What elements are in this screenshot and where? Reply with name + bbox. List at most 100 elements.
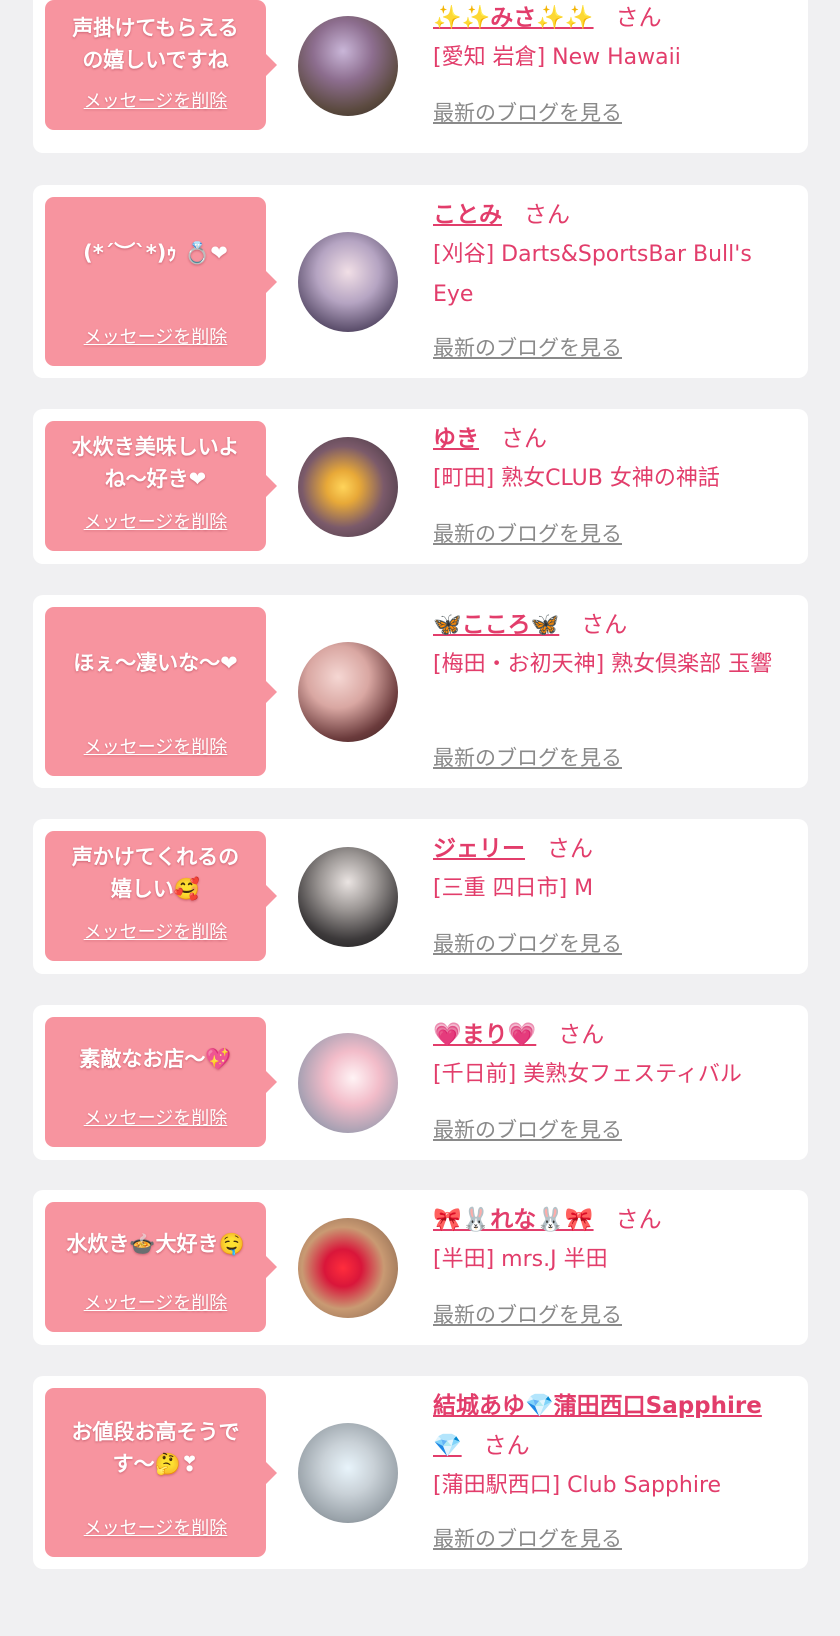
delete-message-link[interactable]: メッセージを削除 bbox=[45, 1517, 266, 1541]
message-text: す〜🤔❣ bbox=[112, 1452, 199, 1476]
profile-info: 💗まり💗 さん [千日前] 美熟女フェスティバル bbox=[433, 1015, 794, 1095]
profile-photo bbox=[298, 1218, 398, 1318]
latest-blog-link[interactable]: 最新のブログを見る bbox=[433, 520, 622, 548]
message-card: お値段お高そうで す〜🤔❣ メッセージを削除 結城あゆ💎蒲田西口Sapphire 💎 さん… bbox=[33, 1376, 808, 1569]
honorific-label: さん bbox=[558, 1022, 605, 1048]
message-text: (*´︶`*)ｩ 💍❤ bbox=[83, 241, 228, 265]
profile-name-link[interactable]: ジェリー bbox=[433, 836, 525, 862]
profile-name-link[interactable]: 🎀🐰れな🐰🎀 bbox=[433, 1207, 594, 1233]
name-row: 🎀🐰れな🐰🎀 さん bbox=[433, 1200, 794, 1240]
message-bubble: (*´︶`*)ｩ 💍❤ メッセージを削除 bbox=[45, 197, 277, 366]
latest-blog-link[interactable]: 最新のブログを見る bbox=[433, 930, 622, 958]
avatar[interactable] bbox=[298, 437, 398, 537]
profile-photo bbox=[298, 847, 398, 947]
honorific-label: さん bbox=[615, 5, 662, 31]
avatar[interactable] bbox=[298, 1423, 398, 1523]
message-card: 声かけてくれるの 嬉しい🥰 メッセージを削除 ジェリー さん [三重 四日市] M 最新のブ… bbox=[33, 819, 808, 974]
message-card: 水炊き🍲大好き🤤 メッセージを削除 🎀🐰れな🐰🎀 さん [半田] mrs.J 半田 最新の… bbox=[33, 1190, 808, 1345]
shop-name: [愛知 岩倉] New Hawaii bbox=[433, 45, 681, 70]
profile-photo bbox=[298, 1033, 398, 1133]
message-text: 水炊き美味しいよ bbox=[71, 435, 240, 459]
profile-name-link[interactable]: 💎 bbox=[433, 1433, 462, 1459]
shop-name: [半田] mrs.J 半田 bbox=[433, 1247, 608, 1272]
honorific-label: さん bbox=[581, 612, 628, 638]
avatar[interactable] bbox=[298, 847, 398, 947]
delete-message-link[interactable]: メッセージを削除 bbox=[45, 90, 266, 114]
message-text: ほぇ〜凄いな〜❤ bbox=[73, 651, 238, 675]
latest-blog-link[interactable]: 最新のブログを見る bbox=[433, 1301, 622, 1329]
name-row: 結城あゆ💎蒲田西口Sapphire bbox=[433, 1386, 794, 1426]
message-text: 嬉しい🥰 bbox=[110, 877, 201, 901]
name-row: 💎 さん bbox=[433, 1426, 794, 1466]
avatar[interactable] bbox=[298, 232, 398, 332]
message-bubble: お値段お高そうで す〜🤔❣ メッセージを削除 bbox=[45, 1388, 277, 1557]
profile-name-link[interactable]: ゆき bbox=[433, 426, 479, 452]
message-text: 素敵なお店〜💖 bbox=[79, 1047, 232, 1071]
message-bubble: 水炊き美味しいよ ね〜好き❤ メッセージを削除 bbox=[45, 421, 277, 551]
delete-message-link[interactable]: メッセージを削除 bbox=[45, 736, 266, 760]
profile-photo bbox=[298, 16, 398, 116]
profile-info: ✨✨みさ✨✨ さん [愛知 岩倉] New Hawaii bbox=[433, 0, 794, 78]
message-card: 素敵なお店〜💖 メッセージを削除 💗まり💗 さん [千日前] 美熟女フェスティバル 最新の… bbox=[33, 1005, 808, 1160]
latest-blog-link[interactable]: 最新のブログを見る bbox=[433, 744, 622, 772]
latest-blog-link[interactable]: 最新のブログを見る bbox=[433, 99, 622, 127]
avatar[interactable] bbox=[298, 1218, 398, 1318]
profile-name-link[interactable]: ✨✨みさ✨✨ bbox=[433, 5, 594, 31]
delete-message-link[interactable]: メッセージを削除 bbox=[45, 1107, 266, 1131]
avatar[interactable] bbox=[298, 16, 398, 116]
honorific-label: さん bbox=[483, 1433, 530, 1459]
profile-name-link[interactable]: 結城あゆ💎蒲田西口Sapphire bbox=[433, 1393, 762, 1419]
honorific-label: さん bbox=[524, 202, 570, 228]
shop-name: [刈谷] Darts&SportsBar Bull's Eye bbox=[433, 242, 752, 307]
name-row: ことみ さん bbox=[433, 195, 794, 235]
profile-info: 🦋こころ🦋 さん [梅田・お初天神] 熟女倶楽部 玉響 bbox=[433, 605, 794, 685]
message-bubble: 素敵なお店〜💖 メッセージを削除 bbox=[45, 1017, 277, 1147]
message-text: の嬉しいですね bbox=[82, 48, 229, 72]
name-row: ✨✨みさ✨✨ さん bbox=[433, 0, 794, 38]
profile-info: ジェリー さん [三重 四日市] M bbox=[433, 829, 794, 909]
profile-photo bbox=[298, 232, 398, 332]
message-text: お値段お高そうで bbox=[71, 1420, 240, 1444]
delete-message-link[interactable]: メッセージを削除 bbox=[45, 326, 266, 350]
shop-name: [千日前] 美熟女フェスティバル bbox=[433, 1062, 742, 1087]
delete-message-link[interactable]: メッセージを削除 bbox=[45, 511, 266, 535]
honorific-label: さん bbox=[615, 1207, 662, 1233]
message-card: ほぇ〜凄いな〜❤ メッセージを削除 🦋こころ🦋 さん [梅田・お初天神] 熟女倶楽部 玉… bbox=[33, 595, 808, 788]
avatar[interactable] bbox=[298, 642, 398, 742]
shop-name: [町田] 熟女CLUB 女神の神話 bbox=[433, 466, 720, 491]
honorific-label: さん bbox=[501, 426, 547, 452]
delete-message-link[interactable]: メッセージを削除 bbox=[45, 921, 266, 945]
message-text: ね〜好き❤ bbox=[104, 467, 207, 491]
message-list: 声掛けてもらえる の嬉しいですねメッセージを削除 ✨✨みさ✨✨ さん [愛知 岩倉] N… bbox=[0, 0, 840, 1636]
message-text: 水炊き🍲大好き🤤 bbox=[66, 1232, 245, 1256]
profile-photo bbox=[298, 1423, 398, 1523]
latest-blog-link[interactable]: 最新のブログを見る bbox=[433, 1116, 622, 1144]
profile-info: 🎀🐰れな🐰🎀 さん [半田] mrs.J 半田 bbox=[433, 1200, 794, 1280]
latest-blog-link[interactable]: 最新のブログを見る bbox=[433, 334, 622, 362]
message-bubble: 水炊き🍲大好き🤤 メッセージを削除 bbox=[45, 1202, 277, 1332]
message-bubble: 声かけてくれるの 嬉しい🥰 メッセージを削除 bbox=[45, 831, 277, 961]
message-bubble: 声掛けてもらえる の嬉しいですねメッセージを削除 bbox=[45, 0, 277, 130]
profile-info: 結城あゆ💎蒲田西口Sapphire 💎 さん [蒲田駅西口] Club Sapphir… bbox=[433, 1386, 794, 1506]
honorific-label: さん bbox=[547, 836, 593, 862]
message-text: 声かけてくれるの bbox=[71, 845, 240, 869]
name-row: 💗まり💗 さん bbox=[433, 1015, 794, 1055]
delete-message-link[interactable]: メッセージを削除 bbox=[45, 1292, 266, 1316]
profile-name-link[interactable]: 🦋こころ🦋 bbox=[433, 612, 559, 638]
profile-info: ことみ さん [刈谷] Darts&SportsBar Bull's Eye bbox=[433, 195, 794, 315]
profile-name-link[interactable]: 💗まり💗 bbox=[433, 1022, 536, 1048]
message-card: 声掛けてもらえる の嬉しいですねメッセージを削除 ✨✨みさ✨✨ さん [愛知 岩倉] N… bbox=[33, 0, 808, 153]
shop-name: [蒲田駅西口] Club Sapphire bbox=[433, 1473, 722, 1498]
name-row: 🦋こころ🦋 さん bbox=[433, 605, 794, 645]
profile-photo bbox=[298, 642, 398, 742]
message-bubble: ほぇ〜凄いな〜❤ メッセージを削除 bbox=[45, 607, 277, 776]
avatar[interactable] bbox=[298, 1033, 398, 1133]
latest-blog-link[interactable]: 最新のブログを見る bbox=[433, 1525, 622, 1553]
shop-name: [三重 四日市] M bbox=[433, 876, 594, 901]
message-card: (*´︶`*)ｩ 💍❤ メッセージを削除 ことみ さん [刈谷] Darts&Sport… bbox=[33, 185, 808, 378]
shop-name: [梅田・お初天神] 熟女倶楽部 玉響 bbox=[433, 652, 773, 677]
profile-name-link[interactable]: ことみ bbox=[433, 202, 502, 228]
name-row: ジェリー さん bbox=[433, 829, 794, 869]
profile-photo bbox=[298, 437, 398, 537]
message-text: 声掛けてもらえる bbox=[72, 16, 239, 40]
